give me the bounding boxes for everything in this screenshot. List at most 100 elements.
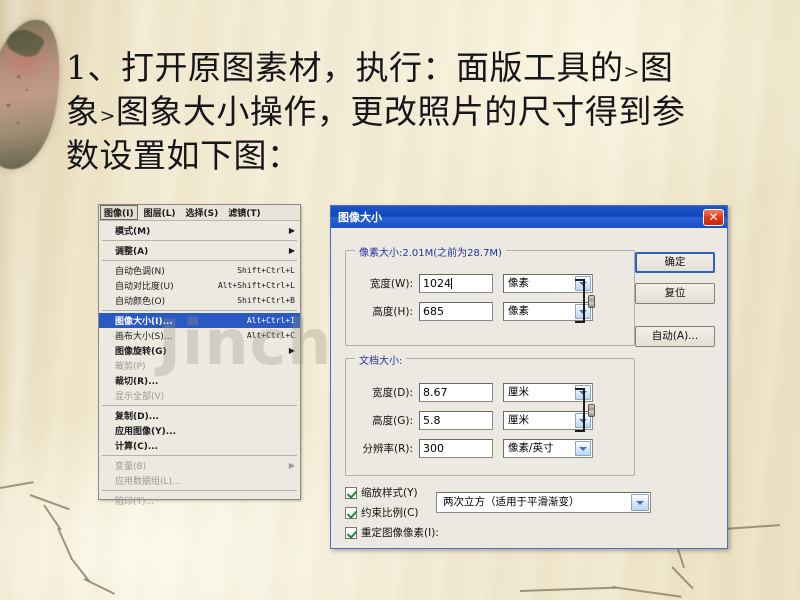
crack-line [611,586,682,598]
menu-item-label: 画布大小(S)... [115,332,173,342]
bracket-shape [575,388,585,432]
resolution-unit-select[interactable]: 像素/英寸 [503,439,593,458]
menu-item-shortcut: Shift+Ctrl+B [237,296,295,305]
menu-item-1[interactable]: 调整(A) ▶ [99,243,300,258]
pixel-constrain-chain [575,279,595,323]
auto-button[interactable]: 自动(A)... [635,326,715,347]
menu-item-label: 图像旋转(G) [115,347,167,357]
submenu-arrow-icon: ▶ [288,461,295,470]
menu-item-label: 自动对比度(U) [115,282,174,292]
menu-item-10: 显示全部(V) [99,388,300,403]
menu-item-0[interactable]: 模式(M) ▶ [99,223,300,238]
menu-item-6[interactable]: 画布大小(S)... Alt+Ctrl+C [99,328,300,343]
leaf-decoration [0,12,72,176]
menu-item-label: 复制(D)... [115,412,159,422]
slide-headline: 1、打开原图素材，执行：面版工具的>图 象>图象大小操作，更改照片的尺寸得到参 … [66,48,756,175]
headline-text-1: 1、打开原图素材，执行：面版工具的 [66,48,624,87]
submenu-arrow-icon: ▶ [288,346,295,355]
menu-item-label: 陷印(T)... [115,497,155,507]
leaf-tip [3,23,47,63]
menu-item-label: 裁剪(P) [115,362,146,372]
image-size-dialog: 图像大小 ✕ 像素大小:2.01M(之前为28.7M) 宽度(W): 1024 … [330,205,728,549]
headline-line-2: 象>图象大小操作，更改照片的尺寸得到参 [66,92,756,136]
doc-height-label: 高度(G): [372,415,413,427]
menu-item-2[interactable]: 自动色调(N) Shift+Ctrl+L [99,263,300,278]
menu-item-label: 显示全部(V) [115,392,165,402]
crack-line [57,527,73,560]
menu-item-12[interactable]: 应用图像(Y)... [99,423,300,438]
menu-item-shortcut: Alt+Ctrl+C [246,331,295,340]
resolution-unit-value: 像素/英寸 [508,442,554,454]
menu-item-shortcut: Alt+Ctrl+I [246,316,295,325]
menubar-item-0[interactable]: 图像(I) [100,205,138,220]
menu-separator [102,240,297,241]
headline-arrow-2: > [99,105,116,127]
checkbox-icon[interactable] [345,506,357,519]
menu-item-15: 应用数据组(L)... [99,473,300,488]
resample-method-select[interactable]: 两次立方（适用于平滑渐变） [436,492,651,513]
pixel-width-label: 宽度(W): [369,278,413,290]
menu-separator [102,455,297,456]
menu-item-3[interactable]: 自动对比度(U) Alt+Shift+Ctrl+L [99,278,300,293]
menu-item-label: 变量(B) [115,462,147,472]
checkbox-icon[interactable] [345,486,357,499]
pixel-height-unit-value: 像素 [508,305,529,317]
menu-item-7[interactable]: 图像旋转(G) ▶ [99,343,300,358]
checkbox-icon[interactable] [345,526,357,539]
chain-link-icon [588,294,595,308]
checkbox-constrain-proportions[interactable]: 约束比例(C) [345,505,419,520]
pixel-width-input[interactable]: 1024 [419,274,493,293]
menu-item-label: 应用图像(Y)... [115,427,177,437]
chevron-down-icon[interactable] [631,494,649,511]
leaf-spot [16,74,21,79]
pixel-height-label: 高度(H): [372,306,413,318]
menu-item-label: 模式(M) [115,227,151,237]
menu-separator [102,310,297,311]
leaf-spot [16,121,20,125]
menubar-item-3[interactable]: 滤镜(T) [224,205,264,220]
crack-line [0,481,34,489]
doc-height-unit-value: 厘米 [508,414,529,426]
menu-item-9[interactable]: 裁切(R)... [99,373,300,388]
menu-item-5[interactable]: 图像大小(I)... Alt+Ctrl+I [99,313,300,328]
submenu-arrow-icon: ▶ [288,246,295,255]
doc-height-input[interactable]: 5.8 [419,411,493,430]
checkbox-scale-styles[interactable]: 缩放样式(Y) [345,485,418,500]
menu-item-label: 自动色调(N) [115,267,165,277]
doc-width-row: 宽度(D): 8.67 厘米 [353,383,593,402]
headline-text-2b: 图象大小操作，更改照片的尺寸得到参 [115,92,686,131]
document-size-group-title: 文档大小: [355,352,407,367]
close-icon[interactable]: ✕ [703,208,724,226]
menu-item-13[interactable]: 计算(C)... [99,438,300,453]
pixel-height-input[interactable]: 685 [419,302,493,321]
menu-item-11[interactable]: 复制(D)... [99,408,300,423]
menu-item-label: 应用数据组(L)... [115,477,181,487]
doc-width-input[interactable]: 8.67 [419,383,493,402]
dialog-titlebar[interactable]: 图像大小 ✕ [331,206,727,228]
resolution-input[interactable]: 300 [419,439,493,458]
headline-text-1b: 图 [639,48,674,87]
pixel-width-row: 宽度(W): 1024 像素 [353,274,593,293]
dialog-title: 图像大小 [338,211,382,224]
menu-item-label: 自动颜色(O) [115,297,166,307]
dialog-body: 像素大小:2.01M(之前为28.7M) 宽度(W): 1024 像素 高度(H… [331,228,727,550]
leaf-spot [25,88,29,92]
menu-item-label: 图像大小(I)... [115,317,173,327]
chevron-down-icon[interactable] [575,441,591,456]
reset-button[interactable]: 复位 [635,283,715,304]
checkbox-resample-image[interactable]: 重定图像像素(I): [345,525,439,540]
crack-line [29,494,70,511]
crack-line [83,578,115,595]
resolution-row: 分辨率(R): 300 像素/英寸 [353,439,593,458]
resample-method-value: 两次立方（适用于平滑渐变） [443,496,580,508]
menubar-item-1[interactable]: 图层(L) [140,205,180,220]
image-menu-dropdown: 模式(M) ▶ 调整(A) ▶ 自动色调(N) Shift+Ctrl+L 自动对比度(U) A… [99,221,300,508]
resolution-label: 分辨率(R): [362,443,413,455]
menu-item-shortcut: Alt+Shift+Ctrl+L [217,281,295,290]
doc-constrain-chain [575,388,595,432]
ok-button[interactable]: 确定 [635,252,715,273]
headline-line-1: 1、打开原图素材，执行：面版工具的>图 [66,48,756,92]
photoshop-menu-panel: 图像(I) 图层(L) 选择(S) 滤镜(T) 模式(M) ▶ 调整(A) ▶ 自动色调(N)… [98,204,301,507]
menu-item-4[interactable]: 自动颜色(O) Shift+Ctrl+B [99,293,300,308]
menubar-item-2[interactable]: 选择(S) [182,205,223,220]
